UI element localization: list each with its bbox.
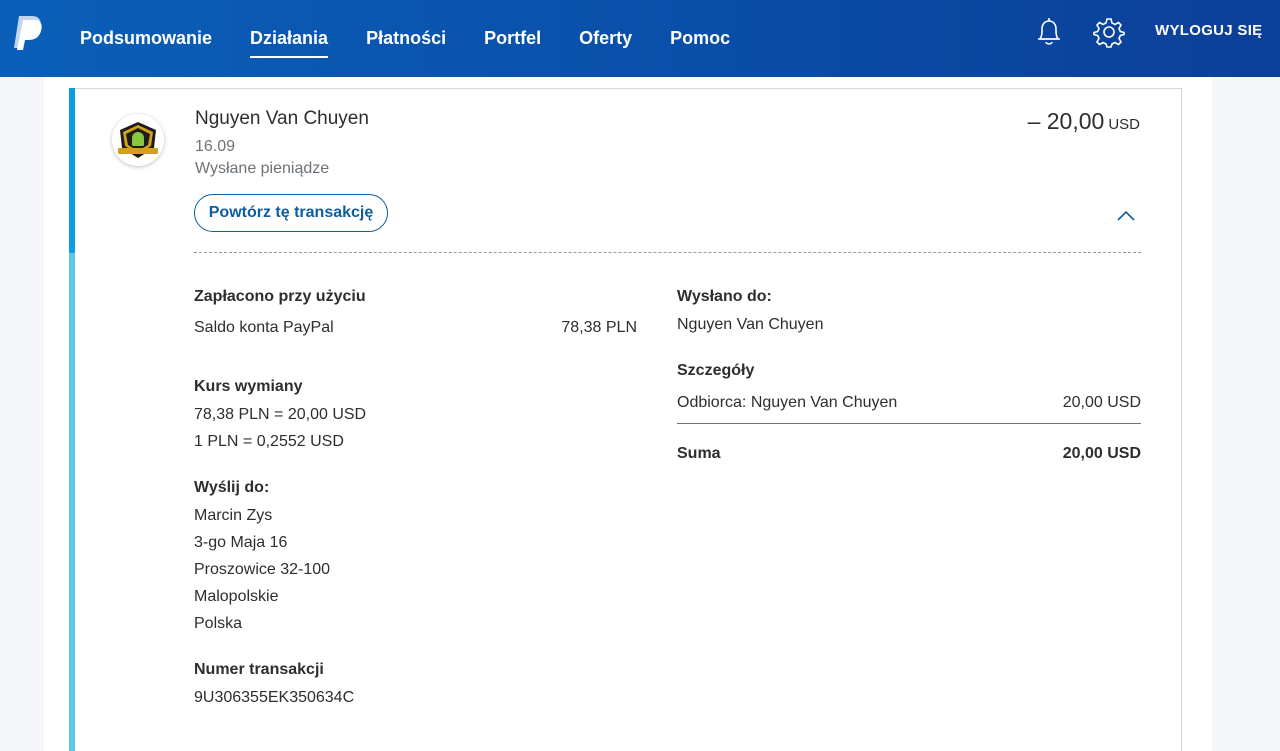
ship-to-heading: Wyślij do:: [194, 479, 270, 496]
nav-item-help[interactable]: Pomoc: [670, 0, 730, 77]
amount-currency: USD: [1108, 116, 1140, 133]
transaction-date: 16.09: [195, 138, 236, 155]
transaction-type: Wysłane pieniądze: [195, 160, 330, 177]
ship-to-line: Proszowice 32-100: [194, 561, 331, 578]
android-badge-icon: [112, 114, 164, 166]
ship-to-line: Marcin Zys: [194, 507, 273, 524]
logout-link[interactable]: WYLOGUJ SIĘ: [1155, 0, 1262, 62]
card-accent-bar-light: [69, 253, 75, 751]
paid-with-amount: 78,38 PLN: [561, 319, 637, 336]
exchange-rate-heading: Kurs wymiany: [194, 378, 303, 395]
top-navigation-bar: Podsumowanie Działania Płatności Portfel…: [0, 0, 1280, 77]
bell-icon[interactable]: [1034, 16, 1064, 48]
section-divider: [194, 252, 1141, 253]
total-label: Suma: [677, 445, 721, 462]
sent-to-heading: Wysłano do:: [677, 288, 772, 305]
ship-to-line: Polska: [194, 615, 243, 632]
nav-item-summary[interactable]: Podsumowanie: [80, 0, 212, 77]
repeat-transaction-button[interactable]: Powtórz tę transakcję: [194, 194, 388, 232]
nav-item-payments[interactable]: Płatności: [366, 0, 446, 77]
exchange-rate-line: 78,38 PLN = 20,00 USD: [194, 406, 367, 423]
chevron-up-icon[interactable]: [1116, 208, 1136, 222]
details-heading: Szczegóły: [677, 362, 755, 379]
card-accent-bar: [69, 88, 75, 253]
transaction-id-heading: Numer transakcji: [194, 661, 324, 678]
main-nav: Podsumowanie Działania Płatności Portfel…: [80, 0, 768, 77]
transaction-amount: – 20,00 USD: [1028, 108, 1140, 135]
avatar: [112, 114, 164, 166]
gear-icon[interactable]: [1093, 16, 1125, 48]
total-amount: 20,00 USD: [1062, 445, 1141, 462]
amount-value: – 20,00: [1027, 108, 1105, 134]
ship-to-line: 3-go Maja 16: [194, 534, 288, 551]
nav-item-offers[interactable]: Oferty: [579, 0, 632, 77]
recipient-amount: 20,00 USD: [1062, 394, 1141, 411]
counterparty-name: Nguyen Van Chuyen: [195, 108, 369, 129]
recipient-line: Odbiorca: Nguyen Van Chuyen: [677, 394, 898, 411]
ship-to-line: Malopolskie: [194, 588, 279, 605]
nav-item-activity[interactable]: Działania: [250, 0, 329, 77]
paid-with-source: Saldo konta PayPal: [194, 319, 334, 336]
nav-item-wallet[interactable]: Portfel: [484, 0, 541, 77]
total-divider: [677, 423, 1141, 424]
paypal-logo-icon[interactable]: [10, 14, 44, 50]
paid-with-heading: Zapłacono przy użyciu: [194, 288, 366, 305]
transaction-id: 9U306355EK350634C: [194, 689, 355, 706]
sent-to-name: Nguyen Van Chuyen: [677, 316, 824, 333]
exchange-rate-unit: 1 PLN = 0,2552 USD: [194, 433, 344, 450]
